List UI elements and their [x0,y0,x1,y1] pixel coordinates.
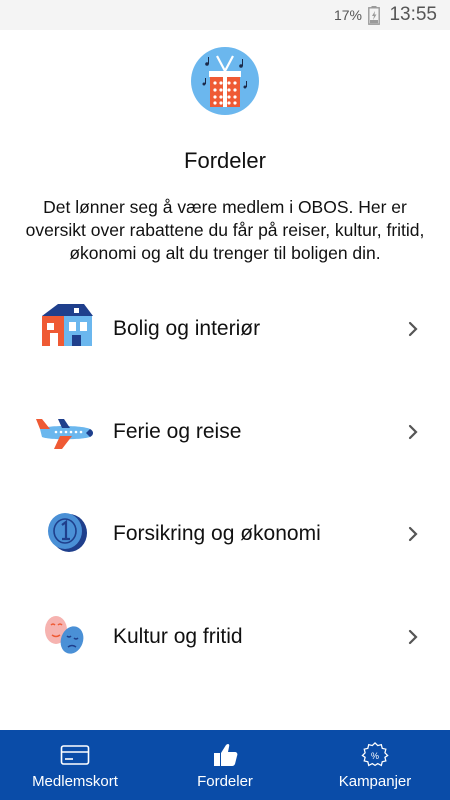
gift-icon [191,47,259,115]
nav-kampanjer[interactable]: % Kampanjer [300,730,450,800]
airplane-icon [36,419,93,449]
category-forsikring-og-okonomi[interactable]: Forsikring og økonomi [0,507,450,609]
nav-medlemskort[interactable]: Medlemskort [0,730,150,800]
category-kultur-og-fritid[interactable]: Kultur og fritid [0,610,450,712]
category-label: Kultur og fritid [113,625,243,648]
svg-text:%: % [371,751,379,761]
house-icon [42,304,93,346]
category-label: Ferie og reise [113,420,242,443]
masks-icon [45,616,84,654]
thumbs-up-icon [214,743,238,766]
category-label: Forsikring og økonomi [113,522,321,545]
chevron-right-icon [408,629,418,645]
intro-text: Det lønner seg å være medlem i OBOS. Her… [25,197,425,263]
battery-percentage: 17% [333,7,362,23]
chevron-right-icon [408,321,418,337]
bottom-navigation: Medlemskort Fordeler % Kampanjer [0,730,450,800]
battery-icon [368,6,380,25]
card-icon [60,745,90,765]
nav-label: Kampanjer [338,773,412,790]
category-label: Bolig og interiør [113,317,261,340]
nav-fordeler[interactable]: Fordeler [150,730,300,800]
nav-label: Fordeler [197,773,253,790]
chevron-right-icon [408,424,418,440]
category-bolig-og-interior[interactable]: Bolig og interiør [0,302,450,404]
status-bar: 17% 13:55 [0,0,450,30]
coin-icon [48,513,87,552]
chevron-right-icon [408,526,418,542]
page-title: Fordeler [184,148,266,173]
clock: 13:55 [389,4,437,25]
nav-label: Medlemskort [32,773,118,790]
percent-badge-icon: % [361,742,389,767]
category-ferie-og-reise[interactable]: Ferie og reise [0,405,450,507]
